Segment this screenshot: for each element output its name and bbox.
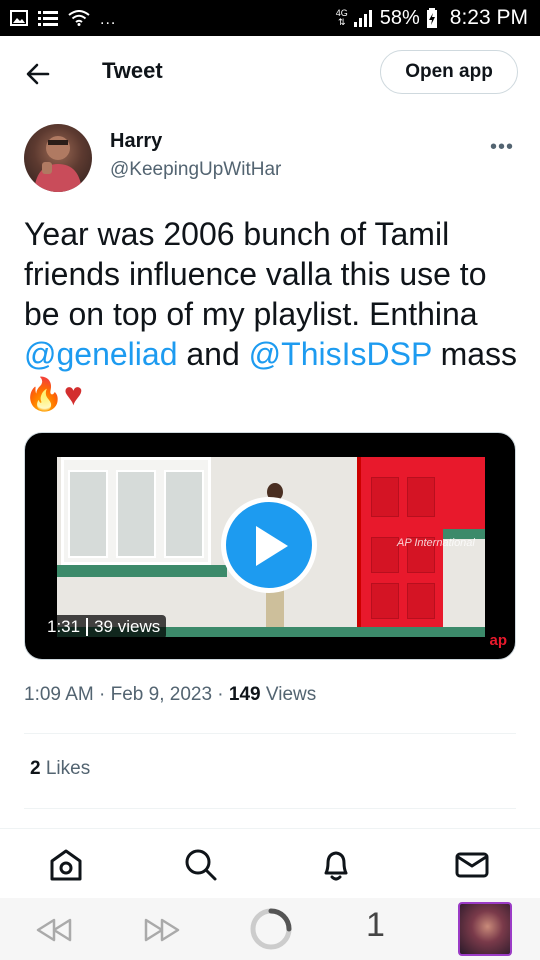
search-icon[interactable]: [183, 847, 219, 883]
tweet-text-part: Year was 2006 bunch of Tamil friends inf…: [24, 216, 487, 332]
view-count: 149: [228, 684, 261, 705]
author-handle[interactable]: @KeepingUpWitHar: [110, 159, 281, 181]
mention-link[interactable]: @geneliad: [24, 336, 177, 372]
author-name[interactable]: Harry: [110, 130, 162, 153]
likes-link[interactable]: 2 Likes: [30, 758, 90, 780]
avatar[interactable]: [24, 124, 92, 192]
profile-thumbnail[interactable]: [458, 902, 512, 956]
battery-icon: [426, 8, 437, 28]
tab-count[interactable]: 1: [366, 906, 385, 945]
status-bar: ... 4G ⇅ 58% 8:23 PM: [0, 0, 540, 36]
tweet-text: Year was 2006 bunch of Tamil friends inf…: [24, 214, 524, 414]
messages-mail-icon[interactable]: [454, 847, 490, 883]
page-title: Tweet: [102, 58, 163, 83]
open-app-button[interactable]: Open app: [380, 50, 518, 94]
tweet-text-part: mass: [431, 336, 518, 372]
battery-percent: 58%: [379, 6, 420, 29]
divider: [24, 733, 516, 734]
video-player[interactable]: AP International ap 1:31 39 views: [24, 432, 516, 660]
tweet-header: Tweet Open app: [0, 36, 540, 110]
tweet-time[interactable]: 1:09 AM: [24, 684, 94, 705]
network-type: 4G ⇅: [335, 8, 348, 27]
likes-count: 2: [30, 758, 41, 779]
video-duration-badge: 1:31 39 views: [41, 615, 167, 639]
play-button[interactable]: [221, 497, 317, 593]
list-icon: [38, 11, 58, 26]
tweet-meta: 1:09 AM · Feb 9, 2023 · 149 Views: [24, 684, 317, 705]
video-duration: 1:31: [47, 617, 81, 636]
video-watermark: AP International: [397, 537, 475, 549]
mention-link[interactable]: @ThisIsDSP: [249, 336, 432, 372]
more-notifications-icon: ...: [100, 11, 117, 28]
more-options-icon[interactable]: •••: [490, 136, 514, 159]
fast-forward-icon[interactable]: [142, 914, 182, 946]
signal-icon: [353, 10, 372, 27]
rewind-icon[interactable]: [34, 914, 74, 946]
bottom-nav: [0, 828, 540, 899]
browser-toolbar: 1: [0, 898, 540, 960]
avatar-photo: [34, 136, 82, 192]
channel-logo: ap: [489, 632, 507, 649]
notifications-bell-icon[interactable]: [318, 847, 354, 883]
fire-heart-emoji: 🔥♥: [24, 376, 83, 412]
loading-spinner-icon: [250, 908, 292, 950]
home-icon[interactable]: [48, 847, 84, 883]
likes-label: Likes: [45, 758, 91, 779]
tweet-text-part: and: [177, 336, 249, 372]
divider: [24, 808, 516, 809]
back-arrow-icon[interactable]: [24, 60, 52, 88]
video-views: 39 views: [94, 617, 161, 636]
tweet-date[interactable]: Feb 9, 2023: [111, 684, 212, 705]
play-icon: [256, 526, 288, 566]
clock: 8:23 PM: [449, 6, 528, 29]
gallery-icon: [10, 10, 28, 26]
window-image: [61, 457, 211, 565]
wifi-icon: [68, 10, 90, 26]
views-label: Views: [265, 684, 317, 705]
